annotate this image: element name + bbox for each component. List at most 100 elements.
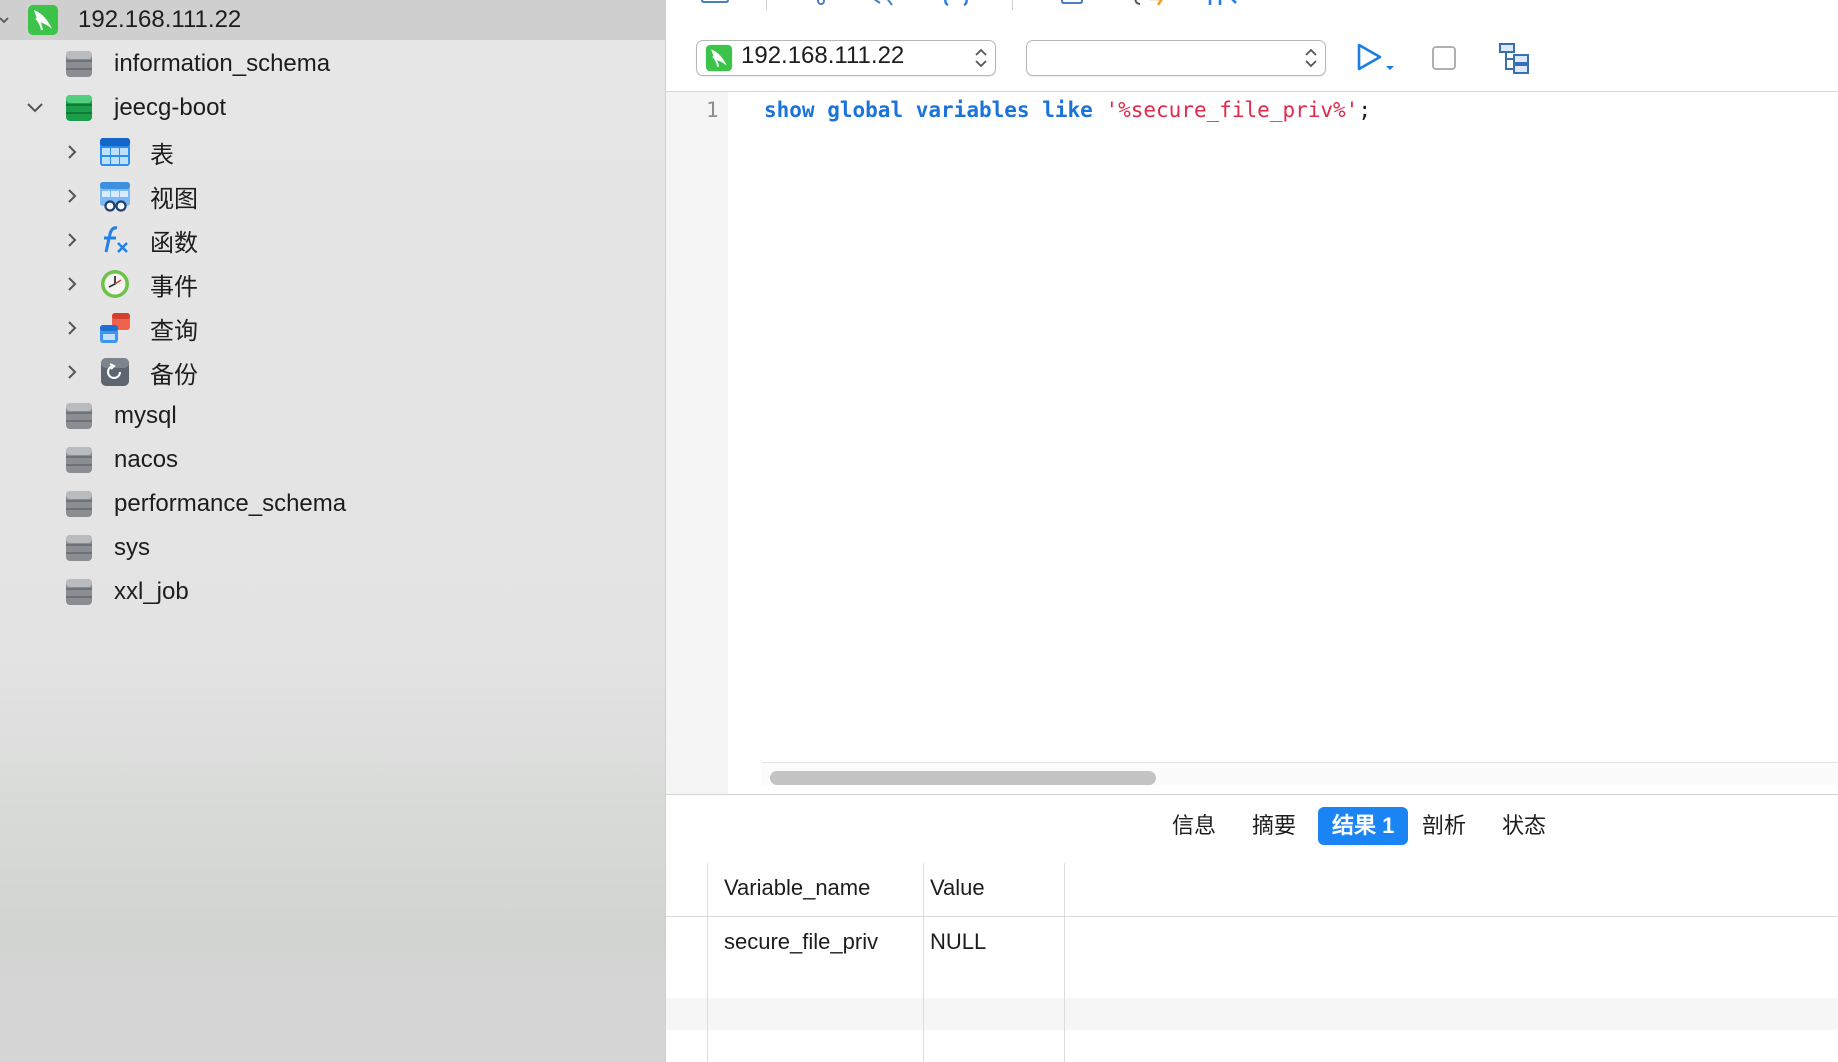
database-label: mysql	[114, 402, 177, 429]
database-icon	[63, 48, 95, 80]
mysql-connection-icon	[705, 44, 733, 79]
tree-item-tables[interactable]: 表	[0, 132, 665, 172]
table-icon	[99, 136, 131, 168]
chevron-right-icon[interactable]	[59, 139, 85, 165]
chevron-down-icon[interactable]	[0, 7, 17, 33]
connection-label: 192.168.111.22	[78, 6, 242, 33]
database-icon	[63, 400, 95, 432]
save-icon[interactable]	[700, 0, 730, 13]
explain-plan-icon[interactable]	[1498, 42, 1532, 79]
chevron-right-icon[interactable]	[59, 359, 85, 385]
connection-node[interactable]: 192.168.111.22	[0, 0, 665, 40]
event-clock-icon	[99, 268, 131, 300]
sql-editor[interactable]: 1 show global variables like '%secure_fi…	[666, 91, 1838, 794]
tree-item-label: 视图	[150, 185, 198, 213]
tree-item-label: 备份	[150, 361, 198, 389]
database-open-icon	[63, 92, 95, 124]
database-performance-schema[interactable]: performance_schema	[0, 484, 665, 524]
tree-item-label: 事件	[150, 273, 198, 301]
database-label: xxl_job	[114, 578, 189, 605]
database-jeecg-boot[interactable]: jeecg-boot	[0, 88, 665, 128]
database-xxl-job[interactable]: xxl_job	[0, 572, 665, 612]
navigation-sidebar: 192.168.111.22 information_schema jeecg-…	[0, 0, 666, 1062]
sql-string-literal: '%secure_file_priv%'	[1105, 98, 1359, 122]
mysql-connection-icon	[27, 4, 59, 36]
backup-icon	[99, 356, 131, 388]
sql-keyword: like	[1042, 98, 1093, 122]
toolbar-divider	[1012, 0, 1013, 10]
connection-select-value: 192.168.111.22	[741, 42, 905, 69]
tree-item-functions[interactable]: 函数	[0, 220, 665, 260]
database-label: sys	[114, 534, 150, 561]
table-cell[interactable]: NULL	[930, 929, 986, 955]
code-snippet-icon[interactable]	[942, 0, 970, 14]
chevron-right-icon[interactable]	[59, 271, 85, 297]
query-icon	[99, 312, 131, 344]
tree-item-label: 表	[150, 141, 174, 169]
tab-summary[interactable]: 摘要	[1238, 807, 1310, 845]
connection-toolbar: 192.168.111.22	[666, 34, 1838, 90]
database-label: jeecg-boot	[114, 94, 227, 121]
database-label: performance_schema	[114, 490, 347, 517]
connection-select[interactable]: 192.168.111.22	[696, 40, 996, 76]
toolbar-divider	[766, 0, 767, 10]
beautify-icon[interactable]	[872, 0, 896, 14]
updown-chevron-icon	[973, 46, 989, 70]
query-editor-pane: 192.168.111.22 1 show global variables l…	[666, 0, 1838, 1062]
tree-item-queries[interactable]: 查询	[0, 308, 665, 348]
refresh-icon[interactable]	[1132, 0, 1166, 14]
sql-keyword: variables	[915, 98, 1030, 122]
database-icon	[63, 576, 95, 608]
header-separator	[666, 916, 1838, 917]
line-number-gutter: 1	[666, 92, 728, 794]
sql-keyword: show	[764, 98, 815, 122]
chevron-right-icon[interactable]	[59, 227, 85, 253]
database-sys[interactable]: sys	[0, 528, 665, 568]
results-tab-bar: 信息 摘要 结果 1 剖析 状态	[666, 794, 1838, 864]
magic-wand-icon[interactable]	[814, 0, 828, 14]
function-icon	[99, 224, 131, 256]
tab-status[interactable]: 状态	[1488, 807, 1560, 845]
horizontal-scrollbar[interactable]	[762, 762, 1838, 785]
tree-item-label: 函数	[150, 229, 198, 257]
database-select[interactable]	[1026, 40, 1326, 76]
column-divider	[1064, 863, 1065, 1062]
database-icon	[63, 532, 95, 564]
tab-info[interactable]: 信息	[1158, 807, 1230, 845]
column-divider	[707, 863, 708, 1062]
tree-item-views[interactable]: 视图	[0, 176, 665, 216]
run-icon[interactable]	[1354, 42, 1396, 79]
database-nacos[interactable]: nacos	[0, 440, 665, 480]
result-grid[interactable]: Variable_name Value secure_file_priv NUL…	[666, 863, 1838, 1062]
database-label: nacos	[114, 446, 179, 473]
line-number: 1	[706, 98, 719, 122]
database-label: information_schema	[114, 50, 331, 77]
database-mysql[interactable]: mysql	[0, 396, 665, 436]
sql-keyword: global	[827, 98, 904, 122]
export-icon[interactable]	[1060, 0, 1084, 14]
database-icon	[63, 488, 95, 520]
chevron-right-icon[interactable]	[59, 315, 85, 341]
tree-item-events[interactable]: 事件	[0, 264, 665, 304]
explain-icon[interactable]	[1206, 0, 1240, 14]
tree-item-label: 查询	[150, 317, 198, 345]
database-information-schema[interactable]: information_schema	[0, 44, 665, 84]
column-divider	[923, 863, 924, 1062]
column-header-value[interactable]: Value	[930, 875, 985, 901]
updown-chevron-icon	[1303, 46, 1319, 70]
view-icon	[99, 180, 131, 212]
database-icon	[63, 444, 95, 476]
sql-semicolon: ;	[1358, 98, 1371, 122]
tab-profile[interactable]: 剖析	[1408, 807, 1480, 845]
stop-icon[interactable]	[1432, 46, 1456, 75]
code-line[interactable]: show global variables like '%secure_file…	[764, 98, 1371, 122]
empty-striped-row	[666, 998, 1838, 1030]
top-toolbar	[666, 0, 1838, 14]
table-cell[interactable]: secure_file_priv	[724, 929, 878, 955]
chevron-down-icon[interactable]	[22, 95, 48, 121]
tree-item-backups[interactable]: 备份	[0, 352, 665, 392]
chevron-right-icon[interactable]	[59, 183, 85, 209]
column-header-variable-name[interactable]: Variable_name	[724, 875, 870, 901]
scrollbar-thumb[interactable]	[770, 771, 1156, 785]
tab-result-1[interactable]: 结果 1	[1318, 807, 1409, 845]
